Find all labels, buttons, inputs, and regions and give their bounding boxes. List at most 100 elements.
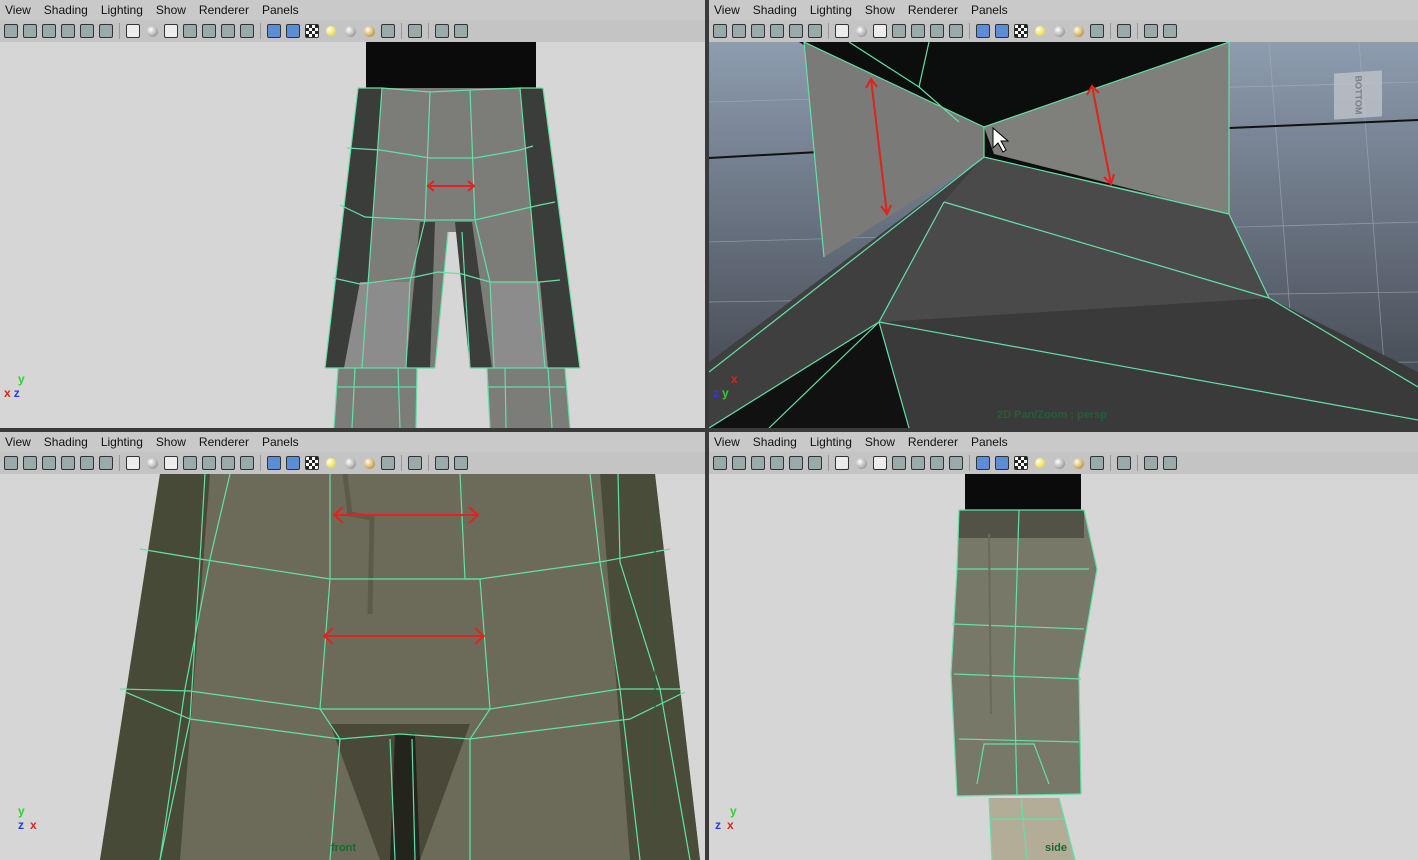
textured-icon[interactable] [162,22,180,40]
bookmark-icon[interactable] [40,22,58,40]
menu-panels[interactable]: Panels [966,0,1016,18]
four-panel-icon[interactable] [433,454,451,472]
material-icon[interactable] [1069,454,1087,472]
menu-lighting[interactable]: Lighting [96,0,151,18]
menu-lighting[interactable]: Lighting [96,432,151,450]
menu-view[interactable]: View [0,0,39,18]
menu-renderer[interactable]: Renderer [194,0,257,18]
grid-icon[interactable] [787,454,805,472]
use-default-material-icon[interactable] [993,454,1011,472]
menu-panels[interactable]: Panels [257,432,307,450]
menu-panels[interactable]: Panels [257,0,307,18]
checker-icon[interactable] [1012,454,1030,472]
smooth-shade-icon[interactable] [143,454,161,472]
checker-icon[interactable] [303,22,321,40]
viewport-canvas[interactable]: BOTTOM 2D Pan/Zoom : persp x zy [709,42,1418,428]
checker-icon[interactable] [303,454,321,472]
smooth-shade-icon[interactable] [852,454,870,472]
lighting-icon[interactable] [181,454,199,472]
shaded-icon[interactable] [124,22,142,40]
default-light-icon[interactable] [322,22,340,40]
image-plane-icon[interactable] [768,22,786,40]
viewport-canvas[interactable]: front y zx [0,474,705,860]
shadows-icon[interactable] [200,454,218,472]
all-lights-icon[interactable] [341,22,359,40]
menu-show[interactable]: Show [151,0,194,18]
camera-icon[interactable] [711,22,729,40]
textured-icon[interactable] [871,454,889,472]
default-light-icon[interactable] [1031,22,1049,40]
camera-attributes-icon[interactable] [730,454,748,472]
bookmark-icon[interactable] [749,454,767,472]
menu-view[interactable]: View [709,0,748,18]
wireframe-icon[interactable] [97,22,115,40]
menu-renderer[interactable]: Renderer [903,432,966,450]
use-default-material-icon[interactable] [993,22,1011,40]
bookmark-icon[interactable] [749,22,767,40]
xray-icon[interactable] [265,454,283,472]
wireframe-icon[interactable] [806,454,824,472]
menu-view[interactable]: View [0,432,39,450]
use-default-material-icon[interactable] [284,454,302,472]
image-plane-icon[interactable] [768,454,786,472]
checker-icon[interactable] [1012,22,1030,40]
xray-icon[interactable] [265,22,283,40]
two-panel-icon[interactable] [1115,454,1133,472]
lighting-icon[interactable] [890,454,908,472]
two-panel-icon[interactable] [406,22,424,40]
xray-icon[interactable] [974,22,992,40]
viewport-pane-front-top[interactable]: View Shading Lighting Show Renderer Panels [0,0,705,428]
lighting-icon[interactable] [890,22,908,40]
isolate-icon[interactable] [947,22,965,40]
menu-shading[interactable]: Shading [748,0,805,18]
select-camera-icon[interactable] [1088,454,1106,472]
shaded-icon[interactable] [124,454,142,472]
menu-show[interactable]: Show [860,432,903,450]
material-icon[interactable] [1069,22,1087,40]
four-panel-icon[interactable] [433,22,451,40]
menu-view[interactable]: View [709,432,748,450]
four-panel-icon[interactable] [1142,22,1160,40]
text-icon[interactable] [928,22,946,40]
wireframe-icon[interactable] [806,22,824,40]
camera-attributes-icon[interactable] [21,22,39,40]
camera-icon[interactable] [711,454,729,472]
menu-lighting[interactable]: Lighting [805,432,860,450]
xray-icon[interactable] [974,454,992,472]
viewport-pane-persp[interactable]: View Shading Lighting Show Renderer Panels [709,0,1418,428]
image-plane-icon[interactable] [59,22,77,40]
material-icon[interactable] [360,22,378,40]
camera-icon[interactable] [2,454,20,472]
shadows-icon[interactable] [909,454,927,472]
textured-icon[interactable] [871,22,889,40]
menu-shading[interactable]: Shading [39,0,96,18]
all-lights-icon[interactable] [1050,22,1068,40]
grid-icon[interactable] [78,22,96,40]
viewport-pane-side[interactable]: View Shading Lighting Show Renderer Panels [709,432,1418,860]
isolate-icon[interactable] [238,22,256,40]
textured-icon[interactable] [162,454,180,472]
default-light-icon[interactable] [1031,454,1049,472]
grid-icon[interactable] [78,454,96,472]
share-icon[interactable] [1161,454,1179,472]
use-default-material-icon[interactable] [284,22,302,40]
camera-attributes-icon[interactable] [21,454,39,472]
camera-attributes-icon[interactable] [730,22,748,40]
two-panel-icon[interactable] [406,454,424,472]
text-icon[interactable] [219,454,237,472]
text-icon[interactable] [928,454,946,472]
viewport-canvas[interactable]: side y zx [709,474,1418,860]
menu-lighting[interactable]: Lighting [805,0,860,18]
shadows-icon[interactable] [909,22,927,40]
default-light-icon[interactable] [322,454,340,472]
all-lights-icon[interactable] [341,454,359,472]
bookmark-icon[interactable] [40,454,58,472]
viewport-pane-front-bottom[interactable]: View Shading Lighting Show Renderer Panels [0,432,705,860]
two-panel-icon[interactable] [1115,22,1133,40]
shadows-icon[interactable] [200,22,218,40]
viewport-canvas[interactable]: y xz [0,42,705,428]
menu-shading[interactable]: Shading [748,432,805,450]
isolate-icon[interactable] [947,454,965,472]
menu-renderer[interactable]: Renderer [194,432,257,450]
menu-show[interactable]: Show [151,432,194,450]
